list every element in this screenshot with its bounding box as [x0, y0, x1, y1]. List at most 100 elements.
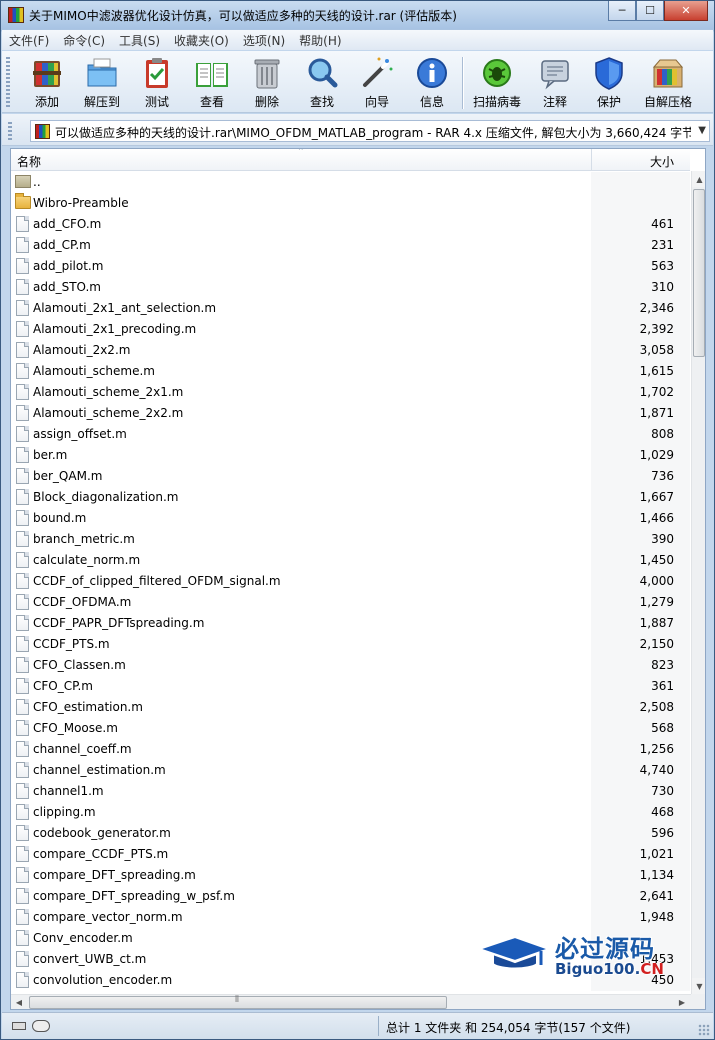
- wizard-button[interactable]: 向导: [351, 55, 403, 111]
- file-row[interactable]: assign_offset.m 808: [11, 424, 690, 445]
- address-dropdown-icon[interactable]: ▼: [698, 125, 706, 136]
- file-size: 2,508: [639, 700, 674, 714]
- column-header-size[interactable]: 大小: [591, 149, 690, 171]
- file-row[interactable]: branch_metric.m 390: [11, 529, 690, 550]
- drive-icon[interactable]: [12, 1022, 26, 1030]
- menu-help[interactable]: 帮助(H): [292, 32, 348, 49]
- file-row[interactable]: CCDF_PTS.m 2,150: [11, 634, 690, 655]
- file-row[interactable]: channel_estimation.m 4,740: [11, 760, 690, 781]
- file-size: 1,871: [639, 406, 674, 420]
- delete-button[interactable]: 删除: [241, 55, 293, 111]
- view-book-icon: [196, 63, 228, 87]
- file-name: ..: [33, 175, 41, 189]
- address-path-combobox[interactable]: 可以做适应多种的天线的设计.rar\MIMO_OFDM_MATLAB_progr…: [30, 120, 710, 142]
- file-row[interactable]: channel1.m 730: [11, 781, 690, 802]
- scan-virus-button[interactable]: 扫描病毒: [471, 55, 523, 111]
- file-row[interactable]: add_STO.m 310: [11, 277, 690, 298]
- scroll-up-arrow[interactable]: ▲: [692, 171, 705, 187]
- file-row[interactable]: calculate_norm.m 1,450: [11, 550, 690, 571]
- add-button[interactable]: 添加: [21, 55, 73, 111]
- resize-grip-icon[interactable]: [698, 1024, 710, 1036]
- file-name: bound.m: [33, 511, 87, 525]
- parent-folder-icon: [15, 175, 31, 188]
- file-row[interactable]: compare_CCDF_PTS.m 1,021: [11, 844, 690, 865]
- file-size: 3,058: [639, 343, 674, 357]
- horizontal-scrollbar[interactable]: ◀ ⦀ ▶: [11, 994, 691, 1009]
- parent-folder-row[interactable]: ..: [11, 172, 690, 193]
- menu-commands[interactable]: 命令(C): [56, 32, 112, 49]
- file-row[interactable]: add_pilot.m 563: [11, 256, 690, 277]
- vertical-scroll-thumb[interactable]: [693, 189, 705, 357]
- file-size: 1,256: [639, 742, 674, 756]
- file-row[interactable]: CCDF_of_clipped_filtered_OFDM_signal.m 4,…: [11, 571, 690, 592]
- title-bar[interactable]: 关于MIMO中滤波器优化设计仿真，可以做适应多种的天线的设计.rar (评估版本…: [1, 1, 714, 29]
- file-row[interactable]: Alamouti_scheme.m 1,615: [11, 361, 690, 382]
- file-name: Alamouti_2x1_precoding.m: [33, 322, 197, 336]
- view-button-label: 查看: [199, 95, 224, 109]
- scroll-left-arrow[interactable]: ◀: [11, 995, 27, 1009]
- search-icon: [308, 58, 338, 88]
- info-button[interactable]: 信息: [406, 55, 458, 111]
- toolbar-grip[interactable]: [6, 57, 10, 107]
- file-row[interactable]: compare_DFT_spreading.m 1,134: [11, 865, 690, 886]
- file-row[interactable]: Alamouti_2x2.m 3,058: [11, 340, 690, 361]
- file-icon: [16, 741, 29, 757]
- address-grip[interactable]: [8, 122, 12, 140]
- file-row[interactable]: add_CFO.m 461: [11, 214, 690, 235]
- scroll-right-arrow[interactable]: ▶: [674, 995, 690, 1009]
- file-row[interactable]: channel_coeff.m 1,256: [11, 739, 690, 760]
- file-row[interactable]: CFO_Moose.m 568: [11, 718, 690, 739]
- watermark-domain-tld: CN: [640, 960, 664, 978]
- file-size-cell: 2,508: [591, 697, 690, 718]
- find-button[interactable]: 查找: [296, 55, 348, 111]
- file-size-cell: 390: [591, 529, 690, 550]
- file-name: Alamouti_scheme_2x2.m: [33, 406, 184, 420]
- extract-to-button[interactable]: 解压到: [76, 55, 128, 111]
- info-icon: [417, 58, 447, 88]
- comment-button[interactable]: 注释: [529, 55, 581, 111]
- file-row[interactable]: compare_DFT_spreading_w_psf.m 2,641: [11, 886, 690, 907]
- file-row[interactable]: Block_diagonalization.m 1,667: [11, 487, 690, 508]
- file-row[interactable]: codebook_generator.m 596: [11, 823, 690, 844]
- folder-icon: [15, 193, 31, 209]
- file-row[interactable]: CFO_estimation.m 2,508: [11, 697, 690, 718]
- file-name: CCDF_PTS.m: [33, 637, 110, 651]
- horizontal-scroll-thumb[interactable]: ⦀: [29, 995, 447, 1009]
- menu-tools[interactable]: 工具(S): [112, 32, 167, 49]
- file-size-cell: 1,466: [591, 508, 690, 529]
- file-row[interactable]: Alamouti_2x1_precoding.m 2,392: [11, 319, 690, 340]
- file-row[interactable]: CFO_CP.m 361: [11, 676, 690, 697]
- menu-file[interactable]: 文件(F): [2, 32, 56, 49]
- menu-favorites[interactable]: 收藏夹(O): [167, 32, 236, 49]
- file-row[interactable]: Alamouti_scheme_2x1.m 1,702: [11, 382, 690, 403]
- winrar-app-icon[interactable]: [8, 7, 24, 23]
- file-row[interactable]: ber.m 1,029: [11, 445, 690, 466]
- file-row[interactable]: CCDF_PAPR_DFTspreading.m 1,887: [11, 613, 690, 634]
- protect-button[interactable]: 保护: [583, 55, 635, 111]
- file-size-cell: 310: [591, 277, 690, 298]
- file-row[interactable]: Alamouti_2x1_ant_selection.m 2,346: [11, 298, 690, 319]
- folder-row[interactable]: Wibro-Preamble: [11, 193, 690, 214]
- sfx-button[interactable]: 自解压格: [640, 55, 696, 111]
- minimize-button[interactable]: ─: [608, 1, 636, 21]
- file-row[interactable]: Alamouti_scheme_2x2.m 1,871: [11, 403, 690, 424]
- file-size-cell: 1,871: [591, 403, 690, 424]
- vertical-scrollbar[interactable]: ▲ ▼: [691, 171, 705, 994]
- scroll-down-arrow[interactable]: ▼: [692, 978, 705, 994]
- file-row[interactable]: CFO_Classen.m 823: [11, 655, 690, 676]
- file-size: 2,641: [639, 889, 674, 903]
- maximize-button[interactable]: ☐: [636, 1, 664, 21]
- file-row[interactable]: ber_QAM.m 736: [11, 466, 690, 487]
- test-button[interactable]: 测试: [131, 55, 183, 111]
- file-row[interactable]: clipping.m 468: [11, 802, 690, 823]
- file-row[interactable]: CCDF_OFDMA.m 1,279: [11, 592, 690, 613]
- view-button[interactable]: 查看: [186, 55, 238, 111]
- file-list[interactable]: 名称 ⌃ 大小 .. Wibro-Preamble add_CFO.m 461 add_…: [10, 148, 706, 1010]
- key-lock-icon[interactable]: [32, 1020, 50, 1032]
- file-row[interactable]: bound.m 1,466: [11, 508, 690, 529]
- close-button[interactable]: ✕: [664, 1, 708, 21]
- file-row[interactable]: add_CP.m 231: [11, 235, 690, 256]
- column-header-name[interactable]: 名称: [17, 153, 41, 170]
- file-row[interactable]: compare_vector_norm.m 1,948: [11, 907, 690, 928]
- menu-options[interactable]: 选项(N): [236, 32, 292, 49]
